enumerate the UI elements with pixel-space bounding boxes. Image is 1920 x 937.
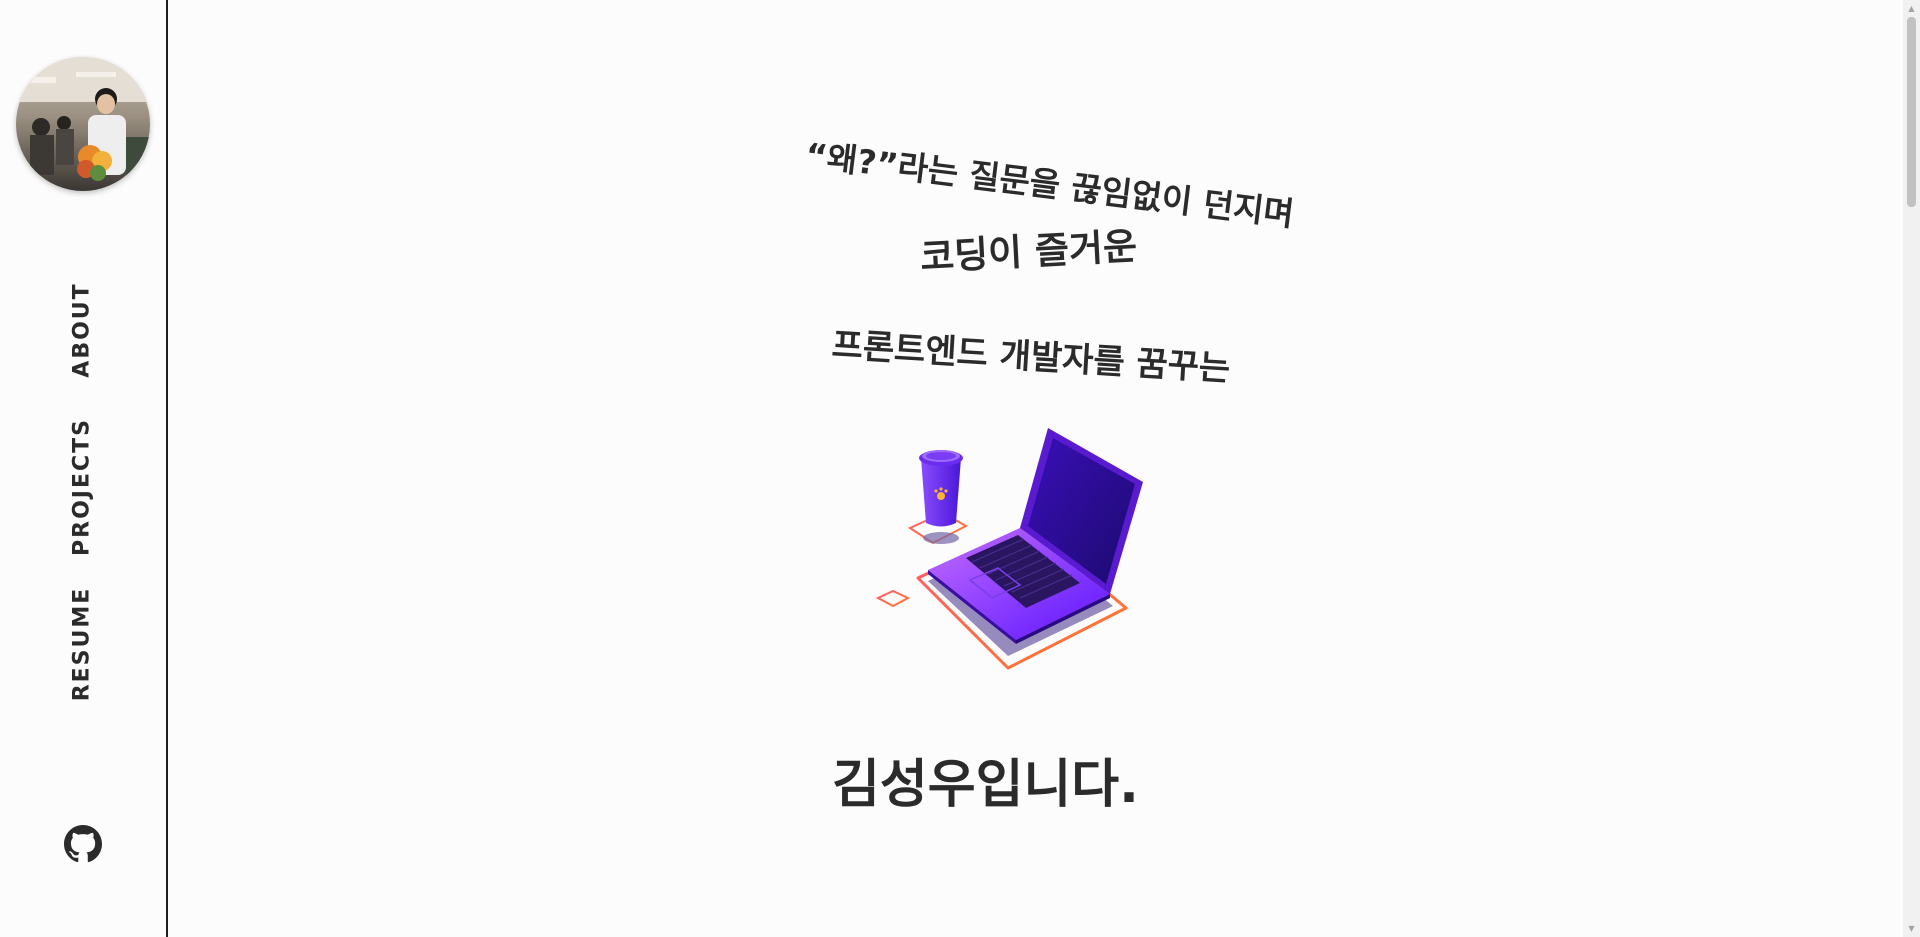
scroll-thumb[interactable] [1907,17,1916,207]
github-icon[interactable] [64,825,102,863]
page-scrollbar[interactable]: ▲ ▼ [1903,0,1920,937]
nav-about[interactable]: ABOUT [70,282,95,377]
scroll-up-arrow[interactable]: ▲ [1903,0,1920,17]
laptop-coffee-illustration [848,418,1168,678]
hero-name-text: 김성우입니다. [832,755,1139,815]
nav-resume[interactable]: RESUME [70,587,95,702]
main-content: “왜?”라는 질문을 끊임없이 던지며 코딩이 즐거운 프론트엔드 개발자를 꿈… [168,0,1903,937]
github-icon-svg [64,825,102,863]
avatar[interactable] [16,57,150,191]
headline-line-3: 프론트엔드 개발자를 꿈꾸는 [830,325,1232,390]
avatar-photo [16,57,150,191]
nav-projects[interactable]: PROJECTS [70,418,95,556]
hero-name: 김성우입니다. [168,742,1903,817]
headline-line-2: 코딩이 즐거운 [919,224,1139,279]
scroll-down-arrow[interactable]: ▼ [1903,920,1920,937]
sidebar: ABOUT PROJECTS RESUME [0,0,168,937]
